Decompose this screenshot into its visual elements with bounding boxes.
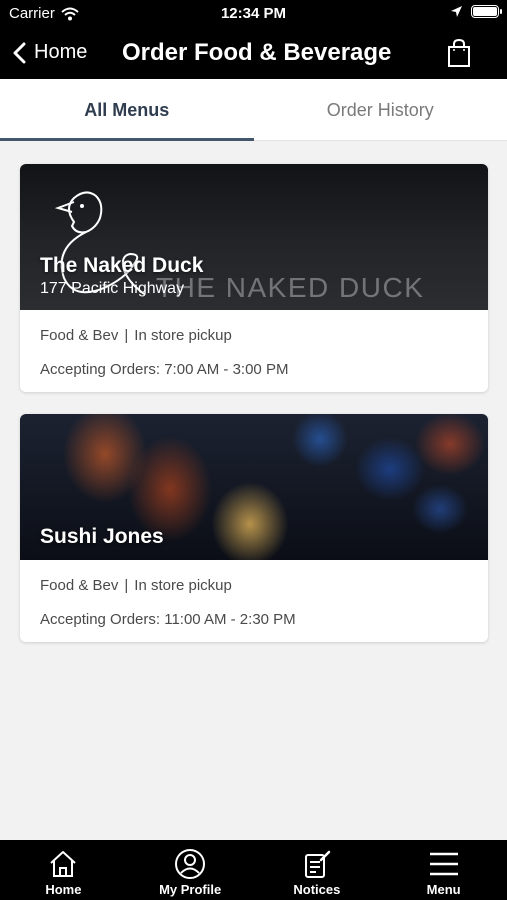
venue-banner: Sushi Jones <box>20 414 488 560</box>
chevron-left-icon <box>13 42 26 63</box>
status-bar: Carrier 12:34 PM <box>0 0 507 26</box>
hamburger-icon <box>429 852 458 876</box>
separator: | <box>124 577 129 594</box>
venue-card-naked-duck[interactable]: THE NAKED DUCK The Naked Duck 177 Pacifi… <box>20 164 488 392</box>
battery-icon <box>471 5 502 18</box>
location-arrow-icon <box>451 6 462 17</box>
status-time: 12:34 PM <box>220 5 287 22</box>
venue-hours: Accepting Orders: 7:00 AM - 3:00 PM <box>40 361 289 378</box>
venue-service: In store pickup <box>134 577 232 594</box>
venue-details: Food & Bev | In store pickup Accepting Ord… <box>20 310 488 392</box>
bottom-tab-label: Home <box>45 882 82 897</box>
tab-all-menus[interactable]: All Menus <box>0 79 254 141</box>
nav-bar: Home Order Food & Beverage <box>0 26 507 79</box>
home-icon <box>50 851 77 877</box>
venue-category: Food & Bev <box>40 577 119 594</box>
profile-icon <box>175 849 206 879</box>
separator: | <box>124 327 129 344</box>
venue-address: 177 Pacific Highway <box>40 280 185 297</box>
venue-category: Food & Bev <box>40 327 119 344</box>
bottom-tab-label: Notices <box>293 882 341 897</box>
back-button[interactable]: Home <box>12 26 87 79</box>
venue-service-line: Food & Bev | In store pickup <box>40 576 468 596</box>
venue-hours: Accepting Orders: 11:00 AM - 2:30 PM <box>40 611 296 628</box>
bottom-tab-bar: Home My Profile Notices Menu <box>0 840 507 900</box>
bottom-tab-profile[interactable]: My Profile <box>127 840 254 900</box>
shopping-bag-icon <box>448 38 470 67</box>
shopping-bag-button[interactable] <box>447 38 471 68</box>
tab-order-history[interactable]: Order History <box>254 79 507 140</box>
bottom-tab-label: My Profile <box>159 882 222 897</box>
page-title: Order Food & Beverage <box>122 39 392 66</box>
back-label: Home <box>34 41 88 63</box>
notices-icon <box>304 850 331 878</box>
bottom-tab-home[interactable]: Home <box>0 840 127 900</box>
bottom-tab-notices[interactable]: Notices <box>254 840 381 900</box>
venue-banner: THE NAKED DUCK The Naked Duck 177 Pacifi… <box>20 164 488 310</box>
bottom-tab-label: Menu <box>426 882 461 897</box>
venue-service-line: Food & Bev | In store pickup <box>40 326 468 346</box>
bottom-tab-menu[interactable]: Menu <box>380 840 507 900</box>
venue-name: The Naked Duck <box>40 254 204 277</box>
venue-service: In store pickup <box>134 327 232 344</box>
menu-tabs: All Menus Order History <box>0 79 507 141</box>
venue-card-sushi-jones[interactable]: Sushi Jones Food & Bev | In store pickup A… <box>20 414 488 642</box>
venue-name: Sushi Jones <box>40 525 164 548</box>
venue-details: Food & Bev | In store pickup Accepting Ord… <box>20 560 488 642</box>
